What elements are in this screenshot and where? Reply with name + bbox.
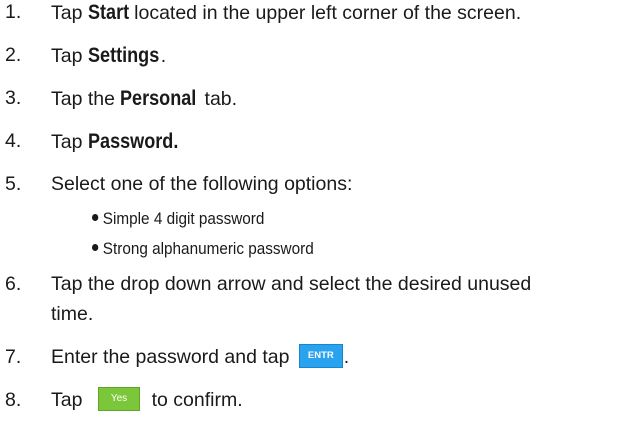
step-text-before: Tap [51, 131, 88, 153]
step-text-after: tab. [199, 88, 238, 110]
entr-button[interactable]: ENTR [298, 343, 343, 368]
step-number: 6. [5, 273, 22, 295]
step-text-after: to confirm. [146, 389, 243, 411]
step-6-continuation: time. [51, 303, 94, 325]
step-text-line-1: Tap the drop down arrow and select the d… [51, 273, 532, 295]
step-text: Enter the password and tap ENTR. [51, 343, 349, 372]
step-number: 5. [5, 173, 22, 195]
keyword-settings: Settings [87, 44, 160, 67]
step-text-before: Tap [51, 45, 88, 67]
step-text-before: Tap the [51, 88, 121, 110]
step-text-before: Tap [51, 2, 88, 24]
option-label: Simple 4 digit password [102, 209, 265, 228]
step-text-after: located in the upper left corner of the … [128, 2, 522, 24]
step-number: 4. [5, 130, 22, 152]
step-text: Tap Start located in the upper left corn… [51, 0, 521, 28]
keyword-password: Password. [87, 130, 179, 153]
step-text: Tap Password. [51, 127, 180, 157]
step-text: Tap Settings. [51, 41, 166, 71]
step-text-after: . [160, 45, 167, 67]
step-text: Tap Yes to confirm. [51, 386, 243, 415]
step-text-after: . [343, 346, 350, 368]
step-text-before: Enter the password and tap [51, 346, 295, 368]
step-number: 2. [5, 44, 22, 66]
option-item-strong: Strong alphanumeric password [92, 237, 314, 261]
yes-button[interactable]: Yes [97, 386, 141, 411]
keyword-start: Start [87, 1, 130, 24]
option-label: Strong alphanumeric password [102, 239, 314, 258]
bullet-dot-icon [92, 214, 99, 221]
step-text-before: Tap [51, 389, 88, 411]
step-number: 3. [5, 87, 22, 109]
step-number: 7. [5, 346, 22, 368]
step-text: Tap the Personal tab. [51, 84, 237, 114]
step-text: Select one of the following options: [51, 173, 353, 195]
step-number: 8. [5, 389, 22, 411]
option-item-simple: Simple 4 digit password [92, 207, 264, 231]
bullet-dot-icon [92, 244, 99, 251]
instruction-document: 1. Tap Start located in the upper left c… [0, 0, 644, 433]
keyword-personal: Personal [120, 87, 197, 110]
step-number: 1. [5, 1, 22, 23]
